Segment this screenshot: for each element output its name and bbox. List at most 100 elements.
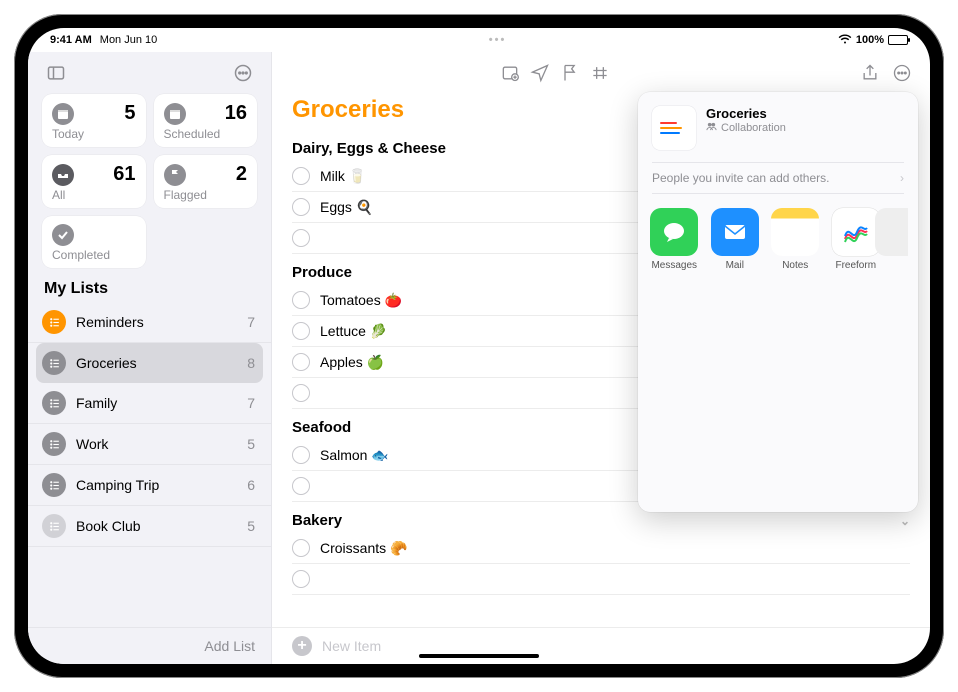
today-label: Today <box>52 127 136 141</box>
share-permissions-button[interactable]: People you invite can add others. › <box>652 162 904 194</box>
reminder-item[interactable]: Croissants 🥐 <box>292 533 910 564</box>
freeform-app-icon <box>832 208 880 256</box>
list-icon <box>42 473 66 497</box>
reminder-title: Lettuce 🥬 <box>320 323 387 340</box>
share-thumbnail-icon <box>652 106 696 150</box>
checkmark-icon <box>52 224 74 246</box>
sidebar-toggle-icon[interactable] <box>42 59 70 87</box>
more-icon[interactable] <box>229 59 257 87</box>
smart-completed[interactable]: Completed <box>42 216 146 268</box>
today-count: 5 <box>124 102 135 125</box>
flag-icon <box>164 164 186 186</box>
list-icon <box>42 391 66 415</box>
checkbox[interactable] <box>292 384 310 402</box>
scheduled-label: Scheduled <box>164 127 248 141</box>
checkbox[interactable] <box>292 229 310 247</box>
plus-icon: + <box>292 636 312 656</box>
smart-all[interactable]: 61 All <box>42 155 146 208</box>
reminder-item-empty[interactable] <box>292 564 910 595</box>
reminder-title: Tomatoes 🍅 <box>320 292 402 309</box>
location-icon[interactable] <box>526 59 554 87</box>
share-app-label: Messages <box>651 260 697 271</box>
checkbox[interactable] <box>292 477 310 495</box>
list-row-work[interactable]: Work 5 <box>28 424 271 465</box>
reminder-title: Milk 🥛 <box>320 168 366 185</box>
smart-scheduled[interactable]: 16 Scheduled <box>154 94 258 147</box>
new-item-label: New Item <box>322 638 381 654</box>
calendar-icon <box>164 103 186 125</box>
checkbox[interactable] <box>292 167 310 185</box>
flagged-label: Flagged <box>164 188 248 202</box>
add-list-button[interactable]: Add List <box>28 627 271 664</box>
share-title: Groceries <box>706 106 786 121</box>
section-title: Bakery <box>292 512 342 529</box>
share-app-freeform[interactable]: Freeform <box>832 208 881 271</box>
screen: 9:41 AM Mon Jun 10 ••• 100% <box>28 28 930 664</box>
share-sheet: Groceries Collaboration People you invit… <box>638 92 918 512</box>
scheduled-count: 16 <box>225 102 247 125</box>
flagged-count: 2 <box>236 163 247 186</box>
checkbox[interactable] <box>292 446 310 464</box>
list-name: Work <box>76 436 237 452</box>
checkbox[interactable] <box>292 539 310 557</box>
list-icon <box>42 351 66 375</box>
share-app-notes[interactable]: Notes <box>771 208 820 271</box>
all-label: All <box>52 188 136 202</box>
list-name: Reminders <box>76 314 237 330</box>
reminder-title: Salmon 🐟 <box>320 447 389 464</box>
list-count: 8 <box>247 355 255 371</box>
notes-app-icon <box>771 208 819 256</box>
battery-icon <box>888 35 908 45</box>
list-name: Book Club <box>76 518 237 534</box>
battery-pct: 100% <box>856 34 884 46</box>
multitask-dots-icon[interactable]: ••• <box>489 34 507 46</box>
checkbox[interactable] <box>292 353 310 371</box>
status-time: 9:41 AM <box>50 34 92 46</box>
list-row-reminders[interactable]: Reminders 7 <box>28 302 271 343</box>
content: Groceries Dairy, Eggs & Cheese Milk 🥛 Eg… <box>272 52 930 664</box>
checkbox[interactable] <box>292 198 310 216</box>
ipad-frame: 9:41 AM Mon Jun 10 ••• 100% <box>14 14 944 678</box>
new-item-button[interactable]: + New Item <box>272 627 930 664</box>
checkbox[interactable] <box>292 291 310 309</box>
chevron-right-icon: › <box>900 171 904 185</box>
share-app-label: Mail <box>726 260 744 271</box>
share-note-text: People you invite can add others. <box>652 171 829 185</box>
section-title: Seafood <box>292 419 351 436</box>
messages-app-icon <box>650 208 698 256</box>
list-count: 7 <box>247 395 255 411</box>
checkbox[interactable] <box>292 322 310 340</box>
share-app-messages[interactable]: Messages <box>650 208 699 271</box>
list-row-groceries[interactable]: Groceries 8 <box>36 343 263 383</box>
more-icon[interactable] <box>888 59 916 87</box>
list-icon <box>42 514 66 538</box>
list-count: 7 <box>247 314 255 330</box>
chevron-down-icon[interactable]: ⌄ <box>900 514 910 528</box>
content-toolbar <box>272 52 930 94</box>
list-name: Family <box>76 395 237 411</box>
list-row-family[interactable]: Family 7 <box>28 383 271 424</box>
share-app-mail[interactable]: Mail <box>711 208 760 271</box>
flag-icon[interactable] <box>556 59 584 87</box>
mylists: Reminders 7 Groceries 8 Family 7 Work 5 … <box>28 302 271 627</box>
list-icon <box>42 310 66 334</box>
list-row-book-club[interactable]: Book Club 5 <box>28 506 271 547</box>
section-title: Dairy, Eggs & Cheese <box>292 140 446 157</box>
tag-icon[interactable] <box>586 59 614 87</box>
reminder-title: Apples 🍏 <box>320 354 384 371</box>
share-icon[interactable] <box>856 59 884 87</box>
home-indicator[interactable] <box>419 654 539 658</box>
status-date: Mon Jun 10 <box>100 34 157 46</box>
sidebar: 5 Today 16 Scheduled <box>28 52 272 664</box>
share-app-more[interactable] <box>892 208 906 271</box>
list-name: Camping Trip <box>76 477 237 493</box>
smart-flagged[interactable]: 2 Flagged <box>154 155 258 208</box>
share-app-label: Freeform <box>835 260 876 271</box>
new-reminder-button-icon[interactable] <box>496 59 524 87</box>
checkbox[interactable] <box>292 570 310 588</box>
people-icon <box>706 121 717 135</box>
list-row-camping-trip[interactable]: Camping Trip 6 <box>28 465 271 506</box>
status-bar: 9:41 AM Mon Jun 10 ••• 100% <box>28 28 930 52</box>
smart-today[interactable]: 5 Today <box>42 94 146 147</box>
share-app-label: Notes <box>782 260 808 271</box>
